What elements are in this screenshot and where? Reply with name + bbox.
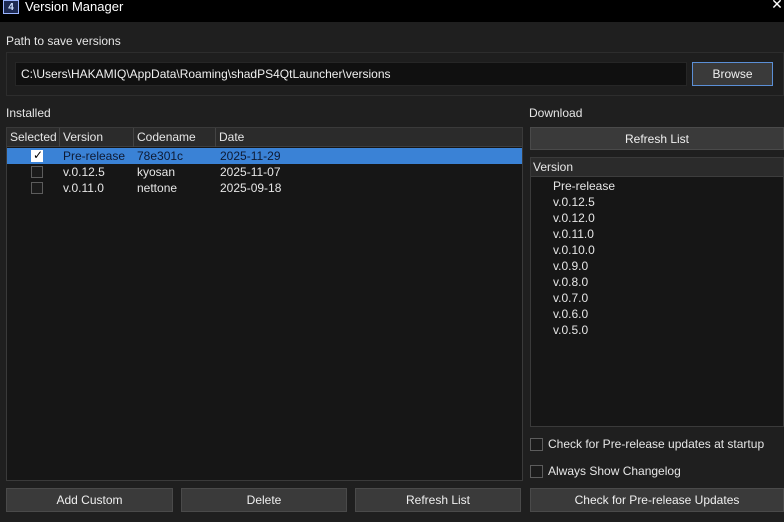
list-item[interactable]: v.0.7.0 — [553, 290, 588, 306]
row-select-checkbox[interactable]: ✓ — [31, 148, 44, 162]
row-select-checkbox[interactable] — [31, 182, 43, 194]
prerelease-startup-checkbox[interactable] — [530, 437, 543, 451]
add-custom-button[interactable]: Add Custom — [6, 488, 173, 512]
cell-codename: nettone — [137, 181, 178, 195]
show-changelog-label: Always Show Changelog — [548, 464, 681, 478]
list-item[interactable]: v.0.10.0 — [553, 242, 595, 258]
cell-version: v.0.12.5 — [63, 165, 105, 179]
download-refresh-button[interactable]: Refresh List — [530, 127, 784, 150]
column-header-codename[interactable]: Codename — [134, 128, 216, 147]
row-select-checkbox[interactable] — [31, 166, 43, 178]
table-row[interactable]: v.0.12.5 kyosan 2025-11-07 — [7, 164, 522, 180]
column-header-date[interactable]: Date — [216, 128, 522, 147]
table-row[interactable]: v.0.11.0 nettone 2025-09-18 — [7, 180, 522, 196]
list-item[interactable]: v.0.6.0 — [553, 306, 588, 322]
table-header: Selected Version Codename Date — [7, 128, 522, 147]
delete-button[interactable]: Delete — [181, 488, 347, 512]
list-item[interactable]: v.0.12.5 — [553, 194, 595, 210]
show-changelog-checkbox[interactable] — [530, 464, 543, 478]
show-changelog-option[interactable]: Always Show Changelog — [530, 463, 681, 479]
list-item[interactable]: v.0.9.0 — [553, 258, 588, 274]
check-prerelease-button[interactable]: Check for Pre-release Updates — [530, 488, 784, 512]
list-item[interactable]: v.0.5.0 — [553, 322, 588, 338]
window-title: Version Manager — [25, 0, 124, 14]
installed-table[interactable]: Selected Version Codename Date ✓ Pre-rele… — [6, 127, 523, 481]
cell-version: v.0.11.0 — [63, 181, 104, 195]
path-label: Path to save versions — [6, 34, 121, 48]
cell-version: Pre-release — [63, 149, 126, 163]
column-header-version[interactable]: Version — [60, 128, 134, 147]
prerelease-startup-option[interactable]: Check for Pre-release updates at startup — [530, 436, 764, 452]
cell-codename: 78e301c — [137, 149, 184, 163]
list-item[interactable]: Pre-release — [553, 178, 615, 194]
installed-label: Installed — [6, 106, 51, 120]
table-row[interactable]: ✓ Pre-release 78e301c 2025-11-29 — [7, 148, 522, 164]
close-icon[interactable]: ✕ — [770, 0, 784, 11]
download-label: Download — [529, 106, 583, 120]
prerelease-startup-label: Check for Pre-release updates at startup — [548, 437, 765, 451]
title-bar: 4 Version Manager ✕ — [0, 0, 784, 22]
refresh-list-button[interactable]: Refresh List — [355, 488, 521, 512]
checkmark-icon: ✓ — [33, 148, 44, 162]
path-input[interactable] — [15, 62, 687, 86]
list-item[interactable]: v.0.12.0 — [553, 210, 595, 226]
cell-date: 2025-11-29 — [220, 149, 281, 163]
list-item[interactable]: v.0.11.0 — [553, 226, 594, 242]
list-item[interactable]: v.0.8.0 — [553, 274, 588, 290]
cell-date: 2025-09-18 — [220, 181, 282, 195]
column-header-selected[interactable]: Selected — [7, 128, 60, 147]
cell-codename: kyosan — [137, 165, 176, 179]
download-version-list[interactable]: Version Pre-release v.0.12.5 v.0.12.0 v.0.1… — [530, 157, 784, 427]
download-list-header: Version — [531, 158, 783, 177]
app-icon: 4 — [3, 0, 19, 14]
browse-button[interactable]: Browse — [692, 62, 773, 86]
cell-date: 2025-11-07 — [220, 165, 281, 179]
